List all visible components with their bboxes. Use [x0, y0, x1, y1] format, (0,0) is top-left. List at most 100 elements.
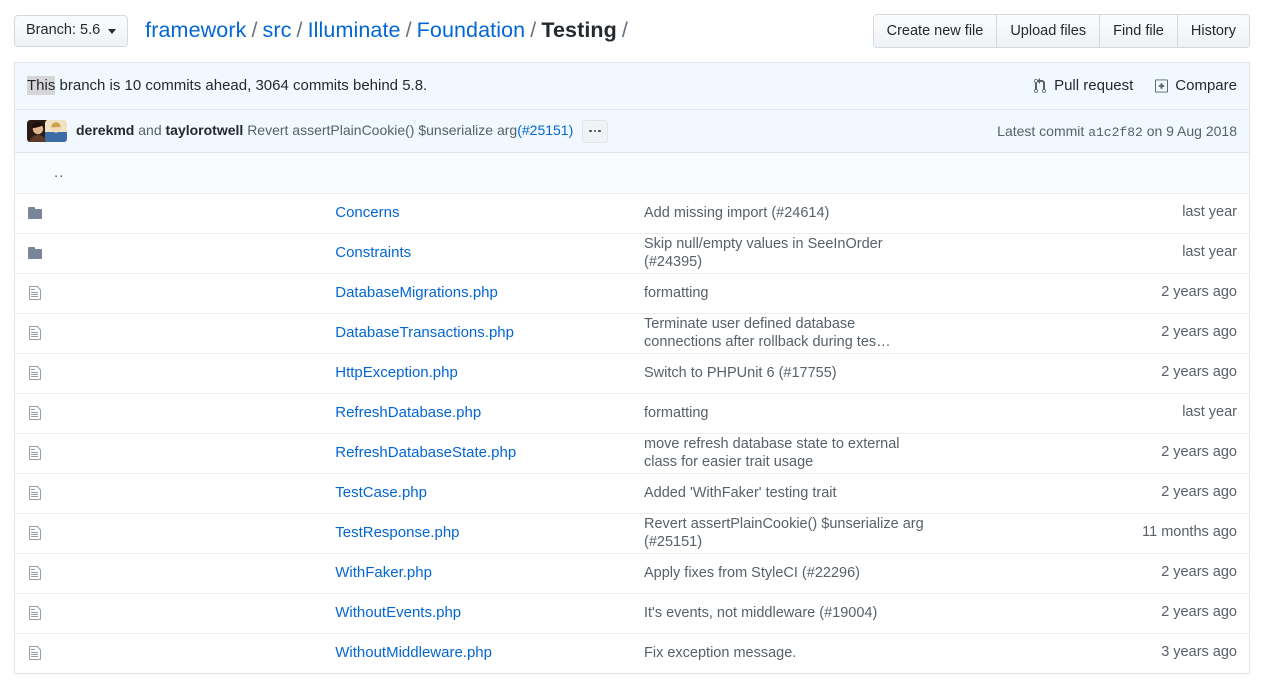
- file-link[interactable]: DatabaseTransactions.php: [335, 324, 514, 341]
- breadcrumb-link-illuminate[interactable]: Illuminate: [308, 18, 401, 42]
- commit-message-cell: move refresh database state to external …: [632, 432, 941, 473]
- commit-message-cell: Added 'WithFaker' testing trait: [632, 472, 941, 513]
- file-icon: [14, 472, 324, 513]
- create-new-file-button[interactable]: Create new file: [873, 15, 997, 47]
- commit-age-cell: 2 years ago: [940, 312, 1250, 353]
- branch-selector-label: Branch: 5.6: [26, 22, 101, 39]
- latest-commit-summary: derekmd and taylorotwell Revert assertPl…: [76, 119, 608, 143]
- row-commit-message-link[interactable]: It's events, not middleware (#19004): [644, 605, 877, 621]
- commit-age-cell: 2 years ago: [940, 472, 1250, 513]
- file-link[interactable]: HttpException.php: [335, 364, 458, 381]
- folder-icon: [14, 192, 324, 233]
- commit-issue-link[interactable]: (#25151): [517, 122, 573, 138]
- file-link[interactable]: RefreshDatabase.php: [335, 404, 481, 421]
- file-name-cell: WithoutMiddleware.php: [323, 632, 632, 673]
- breadcrumb-separator: /: [251, 18, 258, 43]
- table-row[interactable]: RefreshDatabase.php formatting last year: [14, 392, 1250, 433]
- breadcrumb-link-src[interactable]: src: [263, 18, 292, 42]
- file-icon: [14, 432, 324, 473]
- pull-request-link[interactable]: Pull request: [1033, 77, 1133, 94]
- row-commit-message-link[interactable]: formatting: [644, 285, 708, 301]
- file-link[interactable]: DatabaseMigrations.php: [335, 284, 498, 301]
- table-row[interactable]: HttpException.php Switch to PHPUnit 6 (#1…: [14, 352, 1250, 393]
- dot-icon: [598, 129, 601, 133]
- commit-sha-link[interactable]: a1c2f82: [1088, 125, 1143, 140]
- folder-link[interactable]: Concerns: [335, 204, 399, 221]
- breadcrumb-link-foundation[interactable]: Foundation: [417, 18, 526, 42]
- branch-status-bar: This branch is 10 commits ahead, 3064 co…: [14, 62, 1250, 109]
- file-icon: [14, 592, 324, 633]
- row-commit-message-link[interactable]: Apply fixes from StyleCI (#22296): [644, 565, 860, 581]
- commit-author-secondary-link[interactable]: taylorotwell: [166, 122, 244, 138]
- file-name-cell: WithFaker.php: [323, 552, 632, 593]
- branch-status-rest: branch is 10 commits ahead, 3064 commits…: [55, 77, 428, 94]
- table-row[interactable]: TestResponse.php Revert assertPlainCookie…: [14, 512, 1250, 553]
- file-link[interactable]: RefreshDatabaseState.php: [335, 444, 516, 461]
- file-icon: [14, 392, 324, 433]
- table-row-parent-directory[interactable]: ..: [14, 153, 1250, 193]
- upload-files-button[interactable]: Upload files: [996, 15, 1100, 47]
- table-row[interactable]: WithFaker.php Apply fixes from StyleCI (#…: [14, 552, 1250, 593]
- folder-icon: [14, 232, 324, 273]
- file-list-body: .. Concerns Add missing import (#24614) la…: [14, 153, 1250, 673]
- row-commit-message-link[interactable]: formatting: [644, 405, 708, 421]
- file-link[interactable]: WithFaker.php: [335, 564, 432, 581]
- compare-link[interactable]: Compare: [1155, 77, 1237, 94]
- dot-icon: [589, 129, 592, 133]
- repo-toolbar: Branch: 5.6 framework / src / Illuminate / Fou…: [0, 0, 1264, 62]
- row-commit-message-link[interactable]: Skip null/empty values in SeeInOrder (#2…: [644, 236, 883, 270]
- latest-commit-meta: Latest commit a1c2f82 on 9 Aug 2018: [979, 123, 1237, 140]
- parent-directory-link[interactable]: ..: [27, 164, 64, 182]
- file-name-cell: TestResponse.php: [323, 512, 632, 553]
- file-name-cell: WithoutEvents.php: [323, 592, 632, 633]
- table-row[interactable]: RefreshDatabaseState.php move refresh dat…: [14, 432, 1250, 473]
- row-commit-message-link[interactable]: Revert assertPlainCookie() $unserialize …: [644, 516, 924, 550]
- commit-message-cell: Apply fixes from StyleCI (#22296): [632, 552, 941, 593]
- table-row[interactable]: Concerns Add missing import (#24614) last …: [14, 192, 1250, 233]
- latest-commit-prefix: Latest commit: [997, 122, 1085, 139]
- git-pull-request-icon: [1033, 77, 1047, 94]
- row-commit-message-link[interactable]: Terminate user defined database connecti…: [644, 316, 891, 350]
- commit-message-cell: Skip null/empty values in SeeInOrder (#2…: [632, 232, 941, 273]
- file-icon: [14, 632, 324, 673]
- file-icon: [14, 552, 324, 593]
- folder-link[interactable]: Constraints: [335, 244, 411, 261]
- avatar[interactable]: [45, 120, 67, 142]
- commit-age-cell: last year: [940, 232, 1250, 273]
- file-link[interactable]: TestResponse.php: [335, 524, 459, 541]
- table-row[interactable]: DatabaseMigrations.php formatting 2 years …: [14, 272, 1250, 313]
- history-button[interactable]: History: [1176, 15, 1249, 47]
- breadcrumb-repo-link[interactable]: framework: [145, 18, 246, 42]
- branch-status-highlighted-word: This: [27, 76, 56, 95]
- breadcrumb-current: Testing: [541, 18, 617, 43]
- row-commit-message-link[interactable]: Add missing import (#24614): [644, 205, 829, 221]
- commit-expand-button[interactable]: [582, 119, 608, 143]
- find-file-button[interactable]: Find file: [1099, 15, 1177, 47]
- file-action-button-group: Create new file Upload files Find file H…: [872, 14, 1250, 48]
- table-row[interactable]: WithoutMiddleware.php Fix exception messa…: [14, 632, 1250, 673]
- row-commit-message-link[interactable]: Switch to PHPUnit 6 (#17755): [644, 365, 837, 381]
- commit-age-cell: 2 years ago: [940, 352, 1250, 393]
- commit-age-cell: 2 years ago: [940, 592, 1250, 633]
- commit-age-cell: 2 years ago: [940, 552, 1250, 593]
- commit-message-cell: Revert assertPlainCookie() $unserialize …: [632, 512, 941, 553]
- row-commit-message-link[interactable]: Fix exception message.: [644, 645, 796, 661]
- file-link[interactable]: TestCase.php: [335, 484, 427, 501]
- file-link[interactable]: WithoutMiddleware.php: [335, 644, 492, 661]
- commit-author-primary-link[interactable]: derekmd: [76, 122, 134, 138]
- table-row[interactable]: WithoutEvents.php It's events, not middle…: [14, 592, 1250, 633]
- file-link[interactable]: WithoutEvents.php: [335, 604, 461, 621]
- table-row[interactable]: Constraints Skip null/empty values in See…: [14, 232, 1250, 273]
- diff-file-icon: [1155, 78, 1169, 94]
- commit-message-cell: Fix exception message.: [632, 632, 941, 673]
- branch-selector-button[interactable]: Branch: 5.6: [14, 15, 129, 47]
- latest-commit-bar: derekmd and taylorotwell Revert assertPl…: [14, 109, 1250, 153]
- file-list-table: .. Concerns Add missing import (#24614) la…: [14, 153, 1250, 674]
- breadcrumb: framework / src / Illuminate / Foundation / Test…: [145, 18, 633, 43]
- table-row[interactable]: DatabaseTransactions.php Terminate user d…: [14, 312, 1250, 353]
- row-commit-message-link[interactable]: move refresh database state to external …: [644, 436, 900, 470]
- file-name-cell: TestCase.php: [323, 472, 632, 513]
- table-row[interactable]: TestCase.php Added 'WithFaker' testing tr…: [14, 472, 1250, 513]
- commit-age-cell: 2 years ago: [940, 432, 1250, 473]
- row-commit-message-link[interactable]: Added 'WithFaker' testing trait: [644, 485, 837, 501]
